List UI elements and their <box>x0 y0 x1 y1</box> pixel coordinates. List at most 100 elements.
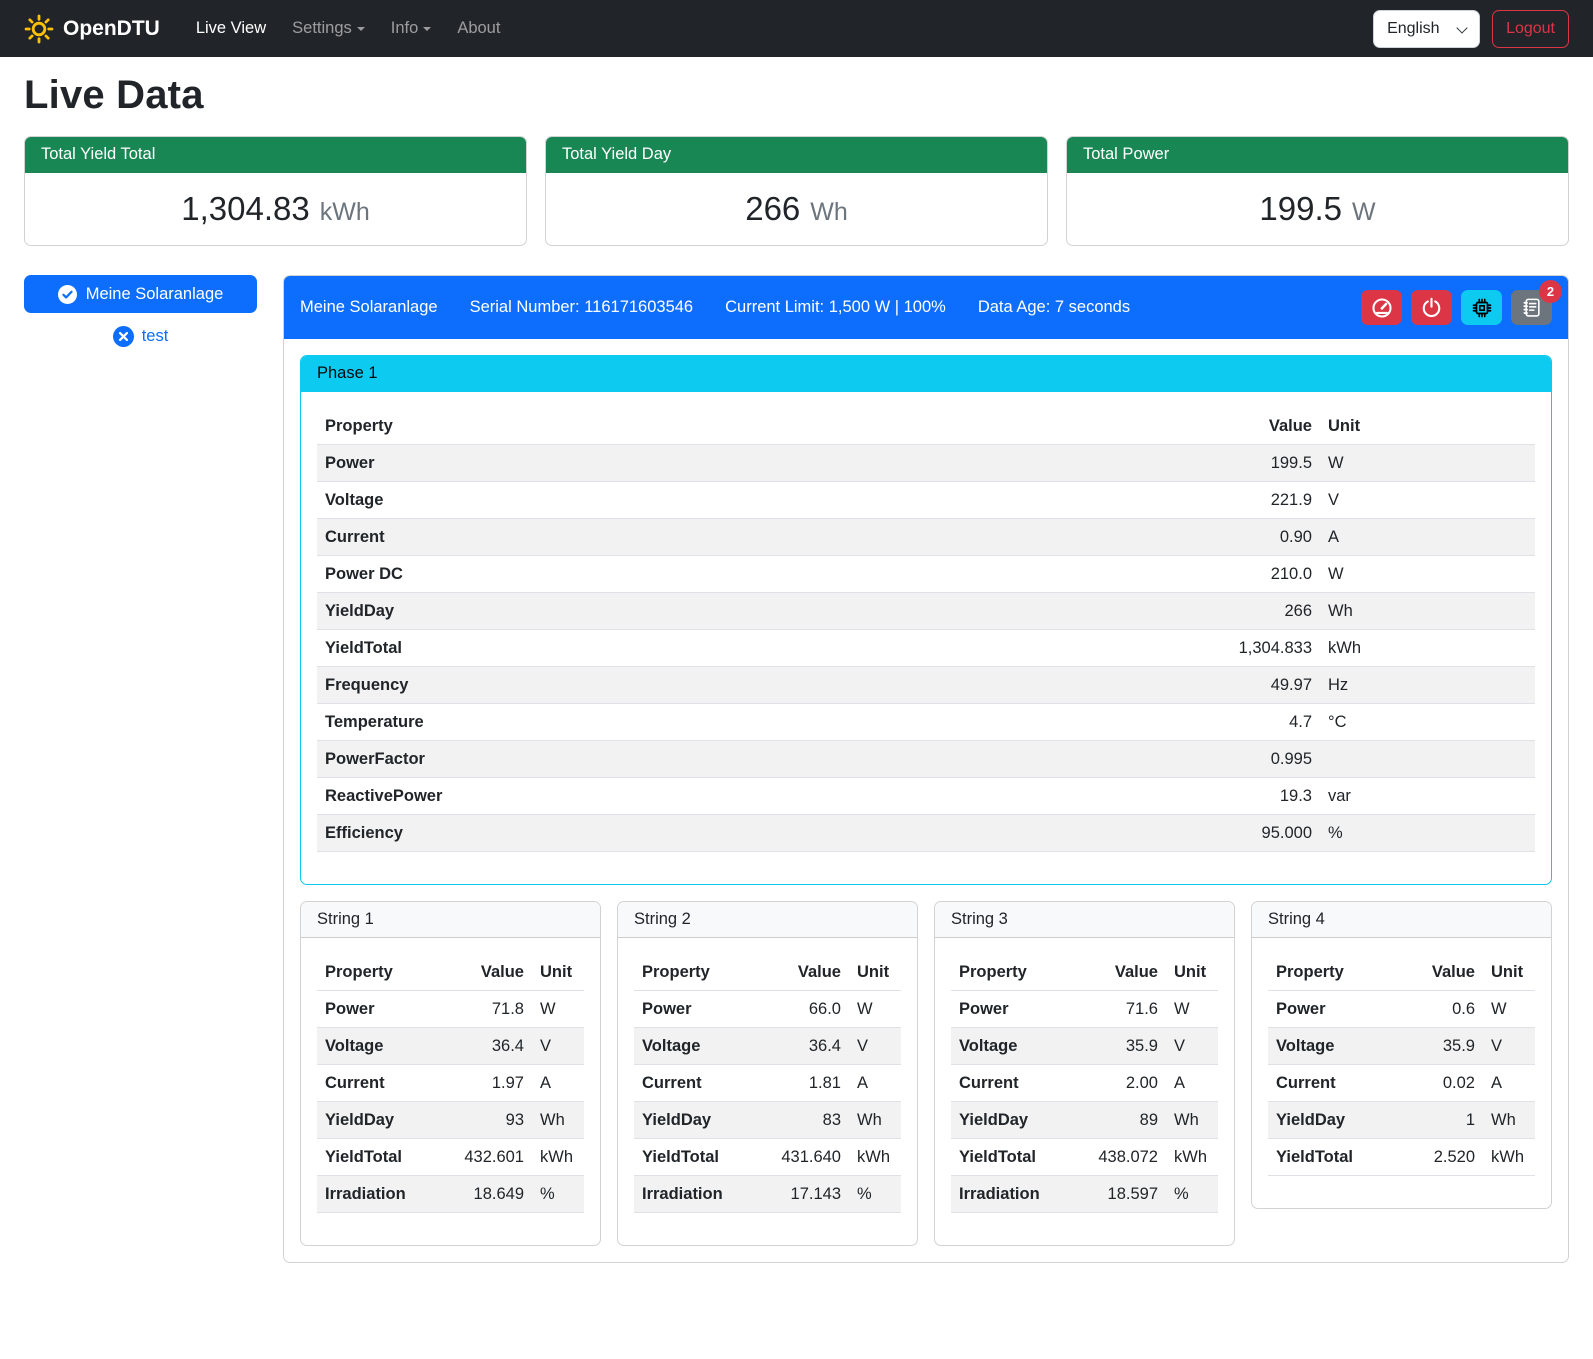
property-cell: Efficiency <box>317 815 918 852</box>
table-row: YieldDay83Wh <box>634 1102 901 1139</box>
language-select-value: English <box>1387 20 1439 38</box>
power-toggle-button[interactable] <box>1411 290 1452 325</box>
string-card-body: PropertyValueUnitPower71.6WVoltage35.9VC… <box>935 938 1234 1245</box>
column-header-value: Value <box>918 408 1320 445</box>
sun-icon <box>24 14 54 44</box>
column-header-unit: Unit <box>849 954 901 991</box>
device-info-button[interactable] <box>1461 290 1502 325</box>
unit-cell: A <box>849 1065 901 1102</box>
value-cell: 1.81 <box>754 1065 849 1102</box>
string-3-table: PropertyValueUnitPower71.6WVoltage35.9VC… <box>951 954 1218 1213</box>
table-row: Current0.90A <box>317 519 1535 556</box>
inverter-selected-label: Meine Solaranlage <box>86 285 224 304</box>
table-row: Power0.6W <box>1268 991 1535 1028</box>
unit-cell: % <box>1320 815 1535 852</box>
table-row: PowerFactor0.995 <box>317 741 1535 778</box>
inverter-selected-button[interactable]: Meine Solaranlage <box>24 275 257 313</box>
unit-cell: % <box>532 1176 584 1213</box>
string-4-table: PropertyValueUnitPower0.6WVoltage35.9VCu… <box>1268 954 1535 1176</box>
total-yield-day-value: 266 <box>745 190 800 228</box>
unit-cell <box>1320 741 1535 778</box>
unit-cell: Wh <box>1483 1102 1535 1139</box>
value-cell: 2.520 <box>1388 1139 1483 1176</box>
property-cell: Irradiation <box>951 1176 1071 1213</box>
check-circle-icon <box>58 285 77 304</box>
total-yield-total-unit: kWh <box>320 198 370 227</box>
table-row: ReactivePower19.3var <box>317 778 1535 815</box>
property-cell: Power <box>317 445 918 482</box>
unit-cell: kWh <box>1166 1139 1218 1176</box>
strings-grid: String 1 PropertyValueUnitPower71.8WVolt… <box>300 901 1552 1246</box>
column-header-value: Value <box>1388 954 1483 991</box>
property-cell: YieldDay <box>317 1102 437 1139</box>
value-cell: 36.4 <box>754 1028 849 1065</box>
nav-item-live-view[interactable]: Live View <box>186 11 276 46</box>
table-header-row: PropertyValueUnit <box>317 954 584 991</box>
table-row: Voltage35.9V <box>1268 1028 1535 1065</box>
table-row: Irradiation18.597% <box>951 1176 1218 1213</box>
card-title: Total Yield Day <box>546 137 1047 173</box>
inverter-serial: Serial Number: 116171603546 <box>470 298 694 317</box>
inverter-sidebar: Meine Solaranlage test <box>24 275 257 347</box>
eventlog-button[interactable]: 2 <box>1511 290 1552 325</box>
nav-item-info[interactable]: Info <box>381 11 442 46</box>
string-card-3: String 3 PropertyValueUnitPower71.6WVolt… <box>934 901 1235 1246</box>
property-cell: ReactivePower <box>317 778 918 815</box>
property-cell: YieldDay <box>634 1102 754 1139</box>
table-row: YieldDay93Wh <box>317 1102 584 1139</box>
property-cell: Current <box>317 1065 437 1102</box>
logout-button[interactable]: Logout <box>1492 10 1569 48</box>
value-cell: 431.640 <box>754 1139 849 1176</box>
unit-cell: V <box>1166 1028 1218 1065</box>
inverter-card-header: Meine Solaranlage Serial Number: 1161716… <box>284 276 1568 339</box>
value-cell: 49.97 <box>918 667 1320 704</box>
table-row: YieldTotal432.601kWh <box>317 1139 584 1176</box>
nav-links: Live View Settings Info About <box>186 11 511 46</box>
phase-card: Phase 1 PropertyValueUnitPower199.5WVolt… <box>300 355 1552 885</box>
card-body: 1,304.83 kWh <box>25 173 526 245</box>
brand[interactable]: OpenDTU <box>24 14 160 44</box>
total-yield-total-value: 1,304.83 <box>181 190 309 228</box>
property-cell: Power <box>634 991 754 1028</box>
inverter-limit: Current Limit: 1,500 W | 100% <box>725 298 946 317</box>
unit-cell: Hz <box>1320 667 1535 704</box>
string-card-body: PropertyValueUnitPower71.8WVoltage36.4VC… <box>301 938 600 1245</box>
unit-cell: Wh <box>532 1102 584 1139</box>
unit-cell: kWh <box>1320 630 1535 667</box>
unit-cell: V <box>849 1028 901 1065</box>
table-row: YieldDay1Wh <box>1268 1102 1535 1139</box>
table-row: Voltage221.9V <box>317 482 1535 519</box>
total-power-unit: W <box>1352 198 1376 227</box>
table-row: Voltage36.4V <box>317 1028 584 1065</box>
table-header-row: PropertyValueUnit <box>317 408 1535 445</box>
nav-item-settings[interactable]: Settings <box>282 11 375 46</box>
navbar-right: English Logout <box>1373 10 1569 48</box>
column-header-property: Property <box>1268 954 1388 991</box>
table-header-row: PropertyValueUnit <box>951 954 1218 991</box>
inverter-actions: 2 <box>1361 290 1552 325</box>
nav-item-about[interactable]: About <box>447 11 510 46</box>
card-total-yield-total: Total Yield Total 1,304.83 kWh <box>24 136 527 246</box>
value-cell: 66.0 <box>754 991 849 1028</box>
unit-cell: kWh <box>532 1139 584 1176</box>
table-row: Frequency49.97Hz <box>317 667 1535 704</box>
string-card-4: String 4 PropertyValueUnitPower0.6WVolta… <box>1251 901 1552 1209</box>
unit-cell: Wh <box>849 1102 901 1139</box>
table-row: Efficiency95.000% <box>317 815 1535 852</box>
unit-cell: Wh <box>1320 593 1535 630</box>
table-row: Power71.6W <box>951 991 1218 1028</box>
value-cell: 95.000 <box>918 815 1320 852</box>
inverter-data-age: Data Age: 7 seconds <box>978 298 1130 317</box>
value-cell: 18.597 <box>1071 1176 1166 1213</box>
table-row: Voltage35.9V <box>951 1028 1218 1065</box>
inverter-item-test[interactable]: test <box>24 326 257 347</box>
unit-cell: V <box>532 1028 584 1065</box>
limit-settings-button[interactable] <box>1361 290 1402 325</box>
top-navbar: OpenDTU Live View Settings Info About En… <box>0 0 1593 57</box>
power-icon <box>1421 297 1442 318</box>
language-select[interactable]: English <box>1373 10 1480 48</box>
property-cell: Current <box>634 1065 754 1102</box>
unit-cell: W <box>849 991 901 1028</box>
value-cell: 0.90 <box>918 519 1320 556</box>
x-circle-icon <box>113 326 134 347</box>
